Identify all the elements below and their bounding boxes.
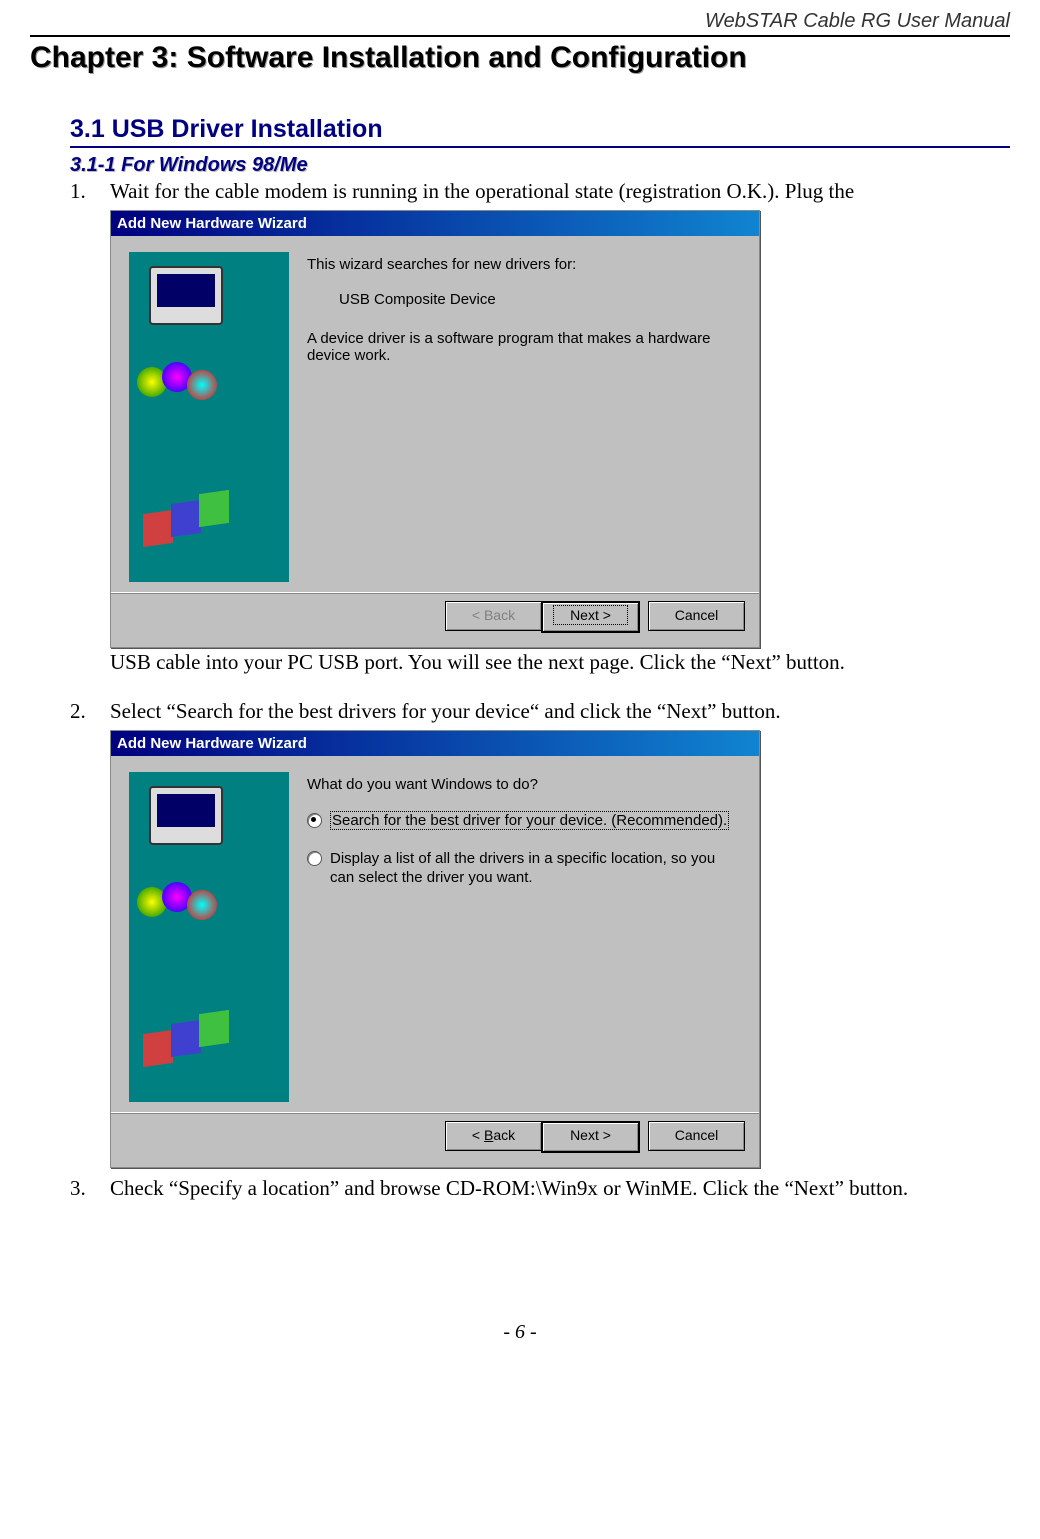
cancel-button[interactable]: Cancel bbox=[648, 1121, 745, 1151]
wizard-sidebar-graphic bbox=[129, 772, 289, 1102]
product-name: WebSTAR Cable RG bbox=[705, 10, 891, 32]
step-1: 1. Wait for the cable modem is running i… bbox=[70, 179, 1010, 675]
radio-label-2: Display a list of all the drivers in a s… bbox=[330, 849, 741, 888]
doc-type: User Manual bbox=[897, 10, 1010, 32]
radio-option-search[interactable]: Search for the best driver for your devi… bbox=[307, 811, 741, 831]
wizard-dialog-1: Add New Hardware Wizard Thi bbox=[110, 210, 760, 648]
wizard-titlebar: Add New Hardware Wizard bbox=[111, 731, 759, 756]
next-button[interactable]: Next > bbox=[541, 1121, 640, 1153]
back-button: < Back bbox=[445, 601, 541, 631]
next-button[interactable]: Next > bbox=[541, 601, 640, 633]
wizard1-line1: This wizard searches for new drivers for… bbox=[307, 256, 741, 273]
section-title: 3.1 USB Driver Installation bbox=[70, 115, 1010, 148]
boxes-icon bbox=[143, 1012, 233, 1072]
radio-unselected-icon bbox=[307, 851, 322, 866]
wizard2-prompt: What do you want Windows to do? bbox=[307, 776, 741, 793]
wizard-sidebar-graphic bbox=[129, 252, 289, 582]
page-number: - 6 - bbox=[30, 1321, 1010, 1344]
wizard1-device: USB Composite Device bbox=[339, 291, 741, 308]
step-1-text-b: USB cable into your PC USB port. You wil… bbox=[110, 650, 845, 674]
chapter-title: Chapter 3: Software Installation and Con… bbox=[30, 41, 1010, 75]
step-number: 2. bbox=[70, 699, 110, 1170]
wizard1-line2: A device driver is a software program th… bbox=[307, 330, 741, 364]
step-3-text: Check “Specify a location” and browse CD… bbox=[110, 1176, 908, 1200]
step-number: 1. bbox=[70, 179, 110, 675]
radio-option-display-list[interactable]: Display a list of all the drivers in a s… bbox=[307, 849, 741, 888]
boxes-icon bbox=[143, 492, 233, 552]
page-header: WebSTAR Cable RG User Manual bbox=[30, 10, 1010, 37]
step-number: 3. bbox=[70, 1176, 110, 1201]
wizard-dialog-2: Add New Hardware Wizard Wha bbox=[110, 730, 760, 1168]
radio-label-1: Search for the best driver for your devi… bbox=[330, 811, 729, 830]
step-2-text: Select “Search for the best drivers for … bbox=[110, 699, 781, 723]
step-2: 2. Select “Search for the best drivers f… bbox=[70, 699, 1010, 1170]
subsection-title: 3.1-1 For Windows 98/Me bbox=[70, 154, 1010, 177]
discs-icon bbox=[137, 882, 217, 922]
discs-icon bbox=[137, 362, 217, 402]
cancel-button[interactable]: Cancel bbox=[648, 601, 745, 631]
step-3: 3. Check “Specify a location” and browse… bbox=[70, 1176, 1010, 1201]
wizard-titlebar: Add New Hardware Wizard bbox=[111, 211, 759, 236]
back-button[interactable]: < Back bbox=[445, 1121, 541, 1151]
monitor-icon bbox=[149, 786, 223, 845]
step-1-text-a: Wait for the cable modem is running in t… bbox=[110, 179, 854, 203]
radio-selected-icon bbox=[307, 813, 322, 828]
monitor-icon bbox=[149, 266, 223, 325]
